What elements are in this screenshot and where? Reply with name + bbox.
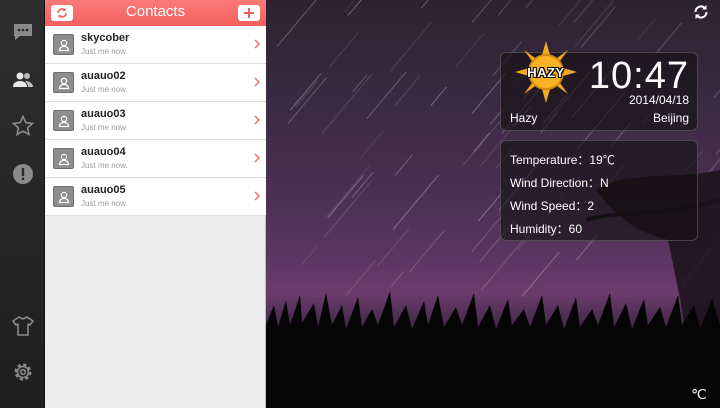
contact-name: auauo04 bbox=[81, 146, 126, 158]
meteor-streak bbox=[389, 22, 432, 72]
user-icon bbox=[58, 153, 69, 165]
meteor-streak bbox=[347, 0, 398, 16]
clock-time: 10:47 bbox=[588, 55, 689, 97]
meteor-streak bbox=[328, 31, 360, 68]
contact-row[interactable]: auauo04 Just me now. bbox=[45, 140, 266, 178]
meteor-streak bbox=[580, 6, 616, 48]
meteor-streak bbox=[455, 33, 485, 67]
meteor-streak bbox=[420, 0, 437, 9]
meteor-streak bbox=[471, 0, 523, 23]
meteor-streak bbox=[636, 17, 657, 41]
contact-name: skycober bbox=[81, 32, 130, 44]
weather-city: Beijing bbox=[652, 111, 689, 125]
avatar bbox=[53, 34, 74, 55]
contact-row[interactable]: skycober Just me now. bbox=[45, 26, 266, 64]
contact-name: auauo02 bbox=[81, 70, 126, 82]
meteor-streak bbox=[462, 119, 502, 166]
contacts-header: Contacts bbox=[45, 0, 266, 26]
contact-status: Just me now. bbox=[81, 161, 128, 170]
wind-direction-value: Wind Direction：N bbox=[510, 176, 609, 190]
meteor-streak bbox=[321, 74, 372, 134]
contact-row[interactable]: auauo05 Just me now. bbox=[45, 178, 266, 216]
gear-icon bbox=[14, 363, 31, 381]
wind-speed-value: Wind Speed：2 bbox=[510, 199, 595, 213]
meteor-streak bbox=[525, 0, 552, 8]
contact-status: Just me now. bbox=[81, 85, 128, 94]
contact-list: skycober Just me now. auauo02 Just me no… bbox=[45, 26, 266, 216]
temperature-value: Temperature：19℃ bbox=[510, 153, 615, 167]
meteor-streak bbox=[408, 230, 445, 273]
meteor-streak bbox=[392, 174, 440, 230]
contact-status: Just me now. bbox=[81, 123, 128, 132]
contact-status: Just me now. bbox=[81, 47, 128, 56]
meteor-streak bbox=[497, 0, 522, 16]
plus-icon bbox=[244, 8, 254, 18]
meteor-streak bbox=[287, 77, 327, 124]
contact-row[interactable]: auauo03 Just me now. bbox=[45, 102, 266, 140]
avatar bbox=[53, 148, 74, 169]
meteor-streak bbox=[359, 129, 385, 159]
alert-icon bbox=[12, 164, 33, 184]
contact-name: auauo05 bbox=[81, 184, 126, 196]
weather-condition: Hazy bbox=[510, 111, 538, 125]
temperature-unit-button[interactable]: ℃ bbox=[686, 382, 712, 406]
rail-alerts-button[interactable] bbox=[0, 156, 45, 192]
avatar bbox=[53, 72, 74, 93]
rail-contacts-button[interactable] bbox=[0, 62, 45, 98]
meteor-streak bbox=[377, 228, 410, 266]
weather-view: ℃ HAZY 10:47 2014/04/18 Hazy Beijing Tem… bbox=[266, 0, 720, 408]
meteor-streak bbox=[366, 71, 407, 119]
clock-date: 2014/04/18 bbox=[628, 93, 689, 107]
weather-badge: HAZY bbox=[527, 65, 565, 80]
time-card: HAZY 10:47 2014/04/18 Hazy Beijing bbox=[500, 41, 698, 131]
user-icon bbox=[58, 39, 69, 51]
meteor-streak bbox=[715, 137, 720, 155]
meteor-streak bbox=[295, 80, 318, 107]
humidity-value: Humidity：60 bbox=[510, 222, 583, 236]
temperature-unit: ℃ bbox=[691, 385, 707, 402]
meteor-streak bbox=[573, 0, 606, 23]
user-icon bbox=[58, 115, 69, 127]
contact-status: Just me now. bbox=[81, 199, 128, 208]
meteor-streak bbox=[289, 73, 322, 111]
chevron-right-icon bbox=[254, 39, 260, 49]
rail-settings-button[interactable] bbox=[0, 354, 45, 390]
shirt-icon bbox=[11, 316, 34, 336]
rail-theme-button[interactable] bbox=[0, 308, 45, 344]
avatar bbox=[53, 110, 74, 131]
user-icon bbox=[58, 77, 69, 89]
weather-details-card: Temperature：19℃ Wind Direction：N Wind Sp… bbox=[500, 140, 698, 241]
meteor-streak bbox=[394, 154, 413, 176]
rail-chat-button[interactable] bbox=[0, 14, 45, 50]
contacts-title: Contacts bbox=[125, 3, 186, 20]
rail-favorites-button[interactable] bbox=[0, 108, 45, 144]
refresh-weather-button[interactable] bbox=[688, 0, 714, 24]
avatar bbox=[53, 186, 74, 207]
chevron-right-icon bbox=[254, 115, 260, 125]
star-icon bbox=[11, 114, 34, 137]
contacts-icon bbox=[12, 72, 33, 87]
meteor-streak bbox=[713, 61, 720, 98]
nav-rail bbox=[0, 0, 45, 408]
meteor-streak bbox=[655, 22, 683, 54]
chevron-right-icon bbox=[254, 77, 260, 87]
chevron-right-icon bbox=[254, 191, 260, 201]
user-icon bbox=[58, 191, 69, 203]
meteor-streak bbox=[301, 245, 318, 265]
chevron-right-icon bbox=[254, 153, 260, 163]
ground bbox=[266, 330, 720, 408]
contact-row[interactable]: auauo02 Just me now. bbox=[45, 64, 266, 102]
meteor-streak bbox=[276, 0, 318, 47]
chat-bubble-icon bbox=[13, 24, 32, 40]
meteor-streak bbox=[574, 0, 614, 47]
add-contact-button[interactable] bbox=[238, 5, 260, 21]
contacts-panel: Contacts skycober Just me now. auauo02 J… bbox=[45, 0, 266, 408]
contact-name: auauo03 bbox=[81, 108, 126, 120]
grass-silhouette bbox=[266, 291, 720, 335]
refresh-icon bbox=[694, 5, 708, 19]
meteor-streak bbox=[430, 86, 447, 106]
